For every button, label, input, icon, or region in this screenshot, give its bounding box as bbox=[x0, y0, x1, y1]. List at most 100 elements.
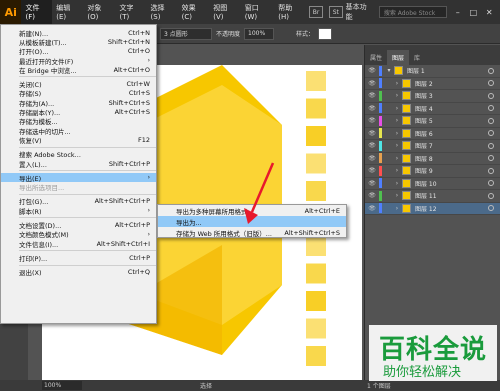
file-menu-item[interactable]: 脚本(R) › bbox=[1, 206, 156, 216]
menu-2[interactable]: 对象(O) bbox=[83, 0, 115, 24]
menu-item-label: 存储为 Web 所用格式（旧版）... bbox=[176, 229, 273, 238]
file-menu-item[interactable]: 退出(X) Ctrl+Q bbox=[1, 268, 156, 277]
eye-icon[interactable]: 👁 bbox=[365, 180, 379, 187]
chevron-right-icon[interactable]: › bbox=[392, 130, 402, 137]
file-menu-item[interactable]: 从模板新建(T)... Shift+Ctrl+N bbox=[1, 37, 156, 47]
file-menu-item[interactable]: 文件信息(I)... Alt+Shift+Ctrl+I bbox=[1, 239, 156, 249]
layer-row[interactable]: 👁 › 图层 2 bbox=[365, 78, 500, 90]
zoom-select[interactable]: 100% bbox=[42, 381, 82, 390]
eye-icon[interactable]: 👁 bbox=[365, 130, 379, 137]
eye-icon[interactable]: 👁 bbox=[365, 155, 379, 162]
menu-8[interactable]: 帮助(H) bbox=[274, 0, 306, 24]
file-menu-item[interactable]: 恢复(V) F12 bbox=[1, 135, 156, 145]
menu-item-label: 在 Bridge 中浏览... bbox=[19, 66, 77, 75]
file-menu-item[interactable]: 存储为(A)... Shift+Ctrl+S bbox=[1, 98, 156, 108]
eye-icon[interactable]: 👁 bbox=[365, 167, 379, 174]
target-icon[interactable] bbox=[488, 155, 494, 162]
menu-1[interactable]: 编辑(E) bbox=[52, 0, 83, 24]
chevron-right-icon[interactable]: › bbox=[392, 205, 402, 212]
file-menu-item[interactable]: 打印(P)... Ctrl+P bbox=[1, 253, 156, 263]
chevron-right-icon[interactable]: › bbox=[392, 92, 402, 99]
file-menu-item[interactable]: 文档设置(D)... Alt+Ctrl+P bbox=[1, 220, 156, 230]
eye-icon[interactable]: 👁 bbox=[365, 192, 379, 199]
target-icon[interactable] bbox=[488, 67, 494, 74]
menu-7[interactable]: 窗口(W) bbox=[241, 0, 275, 24]
eye-icon[interactable]: 👁 bbox=[365, 80, 379, 87]
file-menu-item[interactable]: 存储选中的切片... bbox=[1, 126, 156, 136]
minimize-icon[interactable]: – bbox=[453, 7, 463, 17]
layer-name: 图层 6 bbox=[415, 130, 433, 138]
file-menu-item[interactable]: 最近打开的文件(F) › bbox=[1, 56, 156, 66]
bridge-icon[interactable]: Br bbox=[309, 6, 323, 18]
close-icon[interactable]: ✕ bbox=[484, 7, 494, 17]
style-swatch[interactable] bbox=[318, 27, 333, 40]
menu-6[interactable]: 视图(V) bbox=[209, 0, 240, 24]
target-icon[interactable] bbox=[488, 205, 494, 212]
chevron-right-icon[interactable]: › bbox=[392, 155, 402, 162]
workspace-switcher[interactable]: 基本功能 bbox=[346, 2, 373, 22]
panel-tab[interactable]: 库 bbox=[409, 50, 425, 65]
chevron-right-icon[interactable]: › bbox=[392, 142, 402, 149]
layer-row[interactable]: 👁 › 图层 3 bbox=[365, 90, 500, 103]
target-icon[interactable] bbox=[488, 167, 494, 174]
chevron-down-icon[interactable]: ▾ bbox=[384, 67, 394, 74]
file-menu-item[interactable]: 新建(N)... Ctrl+N bbox=[1, 28, 156, 38]
eye-icon[interactable]: 👁 bbox=[365, 142, 379, 149]
target-icon[interactable] bbox=[488, 80, 494, 87]
file-menu-item[interactable]: 文档颜色模式(M) › bbox=[1, 230, 156, 240]
layer-row[interactable]: 👁 › 图层 5 bbox=[365, 115, 500, 128]
layer-row[interactable]: 👁 › 图层 8 bbox=[365, 153, 500, 165]
menu-5[interactable]: 效果(C) bbox=[178, 0, 210, 24]
layer-row[interactable]: 👁 › 图层 10 bbox=[365, 178, 500, 190]
layer-row[interactable]: 👁 › 图层 7 bbox=[365, 140, 500, 153]
file-menu-item[interactable]: 置入(L)... Shift+Ctrl+P bbox=[1, 159, 156, 169]
chevron-right-icon[interactable]: › bbox=[392, 105, 402, 112]
chevron-right-icon[interactable]: › bbox=[392, 192, 402, 199]
eye-icon[interactable]: 👁 bbox=[365, 67, 379, 74]
stock-search-input[interactable]: 搜索 Adobe Stock bbox=[378, 6, 447, 18]
menu-item-shortcut: Alt+Ctrl+E bbox=[304, 206, 340, 215]
eye-icon[interactable]: 👁 bbox=[365, 92, 379, 99]
chevron-right-icon[interactable]: › bbox=[392, 167, 402, 174]
target-icon[interactable] bbox=[488, 192, 494, 199]
file-menu-item[interactable]: 存储为模板... bbox=[1, 117, 156, 126]
menu-0[interactable]: 文件(F) bbox=[21, 0, 53, 24]
file-menu-item[interactable]: 关闭(C) Ctrl+W bbox=[1, 79, 156, 89]
file-menu-item[interactable]: 导出(E) › bbox=[1, 173, 156, 183]
layer-row[interactable]: 👁 › 图层 4 bbox=[365, 103, 500, 115]
file-menu-item[interactable]: 搜索 Adobe Stock... bbox=[1, 150, 156, 159]
menu-3[interactable]: 文字(T) bbox=[116, 0, 147, 24]
file-menu-item[interactable]: 在 Bridge 中浏览... Alt+Ctrl+O bbox=[1, 65, 156, 75]
eye-icon[interactable]: 👁 bbox=[365, 117, 379, 124]
eye-icon[interactable]: 👁 bbox=[365, 105, 379, 112]
file-menu-item[interactable]: 打开(O)... Ctrl+O bbox=[1, 47, 156, 56]
chevron-right-icon[interactable]: › bbox=[392, 117, 402, 124]
target-icon[interactable] bbox=[488, 117, 494, 124]
target-icon[interactable] bbox=[488, 92, 494, 99]
panel-tab[interactable]: 属性 bbox=[365, 50, 387, 65]
target-icon[interactable] bbox=[488, 180, 494, 187]
stroke-style-select[interactable]: 3 点圆形 bbox=[160, 27, 212, 40]
layer-row[interactable]: 👁 › 图层 9 bbox=[365, 165, 500, 178]
target-icon[interactable] bbox=[488, 142, 494, 149]
target-icon[interactable] bbox=[488, 105, 494, 112]
target-icon[interactable] bbox=[488, 130, 494, 137]
menu-separator bbox=[19, 76, 156, 78]
layer-row-parent[interactable]: 👁 ▾ 图层 1 bbox=[365, 65, 500, 78]
layer-row[interactable]: 👁 › 图层 6 bbox=[365, 128, 500, 140]
file-menu-item[interactable]: 存储副本(Y)... Alt+Ctrl+S bbox=[1, 107, 156, 117]
opacity-input[interactable]: 100% bbox=[244, 27, 275, 40]
export-submenu-item[interactable]: 存储为 Web 所用格式（旧版）... Alt+Shift+Ctrl+S bbox=[158, 227, 346, 238]
layer-row[interactable]: 👁 › 图层 11 bbox=[365, 190, 500, 203]
stock-icon[interactable]: St bbox=[328, 6, 343, 18]
chevron-right-icon[interactable]: › bbox=[392, 180, 402, 187]
swatch-square bbox=[306, 318, 326, 339]
menu-4[interactable]: 选择(S) bbox=[147, 0, 178, 24]
panel-tab[interactable]: 图层 bbox=[387, 50, 410, 65]
eye-icon[interactable]: 👁 bbox=[365, 205, 379, 212]
chevron-right-icon[interactable]: › bbox=[392, 80, 402, 87]
file-menu-item[interactable]: 存储(S) Ctrl+S bbox=[1, 89, 156, 98]
layer-row[interactable]: 👁 › 图层 12 bbox=[365, 202, 500, 215]
file-menu-item[interactable]: 打包(G)... Alt+Shift+Ctrl+P bbox=[1, 197, 156, 206]
maximize-icon[interactable]: □ bbox=[469, 7, 479, 17]
